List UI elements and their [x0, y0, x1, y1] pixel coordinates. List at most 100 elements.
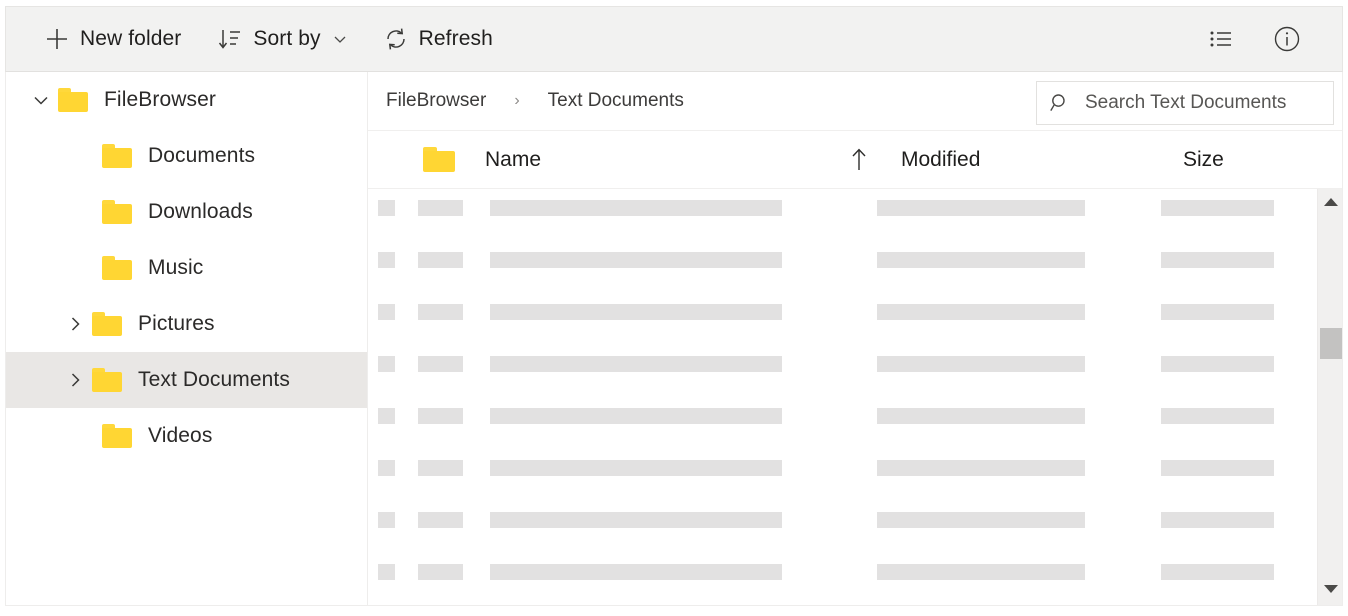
table-row[interactable] — [368, 553, 1342, 604]
folder-icon — [102, 256, 132, 280]
file-rows-loading-skeleton — [368, 189, 1342, 604]
row-modified-placeholder — [877, 252, 1085, 268]
file-browser-window: New folder Sort by Refresh FileBrowser D… — [0, 0, 1348, 616]
row-checkbox-placeholder — [378, 564, 395, 580]
toolbar: New folder Sort by Refresh — [5, 6, 1343, 72]
column-header-modified[interactable]: Modified — [901, 148, 980, 172]
row-size-placeholder — [1161, 564, 1274, 580]
row-icon-placeholder — [418, 200, 463, 216]
row-icon-placeholder — [418, 304, 463, 320]
row-checkbox-placeholder — [378, 408, 395, 424]
row-size-placeholder — [1161, 512, 1274, 528]
row-size-placeholder — [1161, 356, 1274, 372]
row-icon-placeholder — [418, 356, 463, 372]
plus-icon — [44, 26, 70, 52]
folder-icon — [92, 368, 122, 392]
row-icon-placeholder — [418, 564, 463, 580]
table-row[interactable] — [368, 397, 1342, 449]
row-name-placeholder — [490, 564, 782, 580]
sort-by-button[interactable]: Sort by — [207, 19, 356, 59]
row-icon-placeholder — [418, 408, 463, 424]
column-header-size[interactable]: Size — [1183, 148, 1224, 172]
file-list-pane: FileBrowser › Text Documents Name — [368, 72, 1343, 606]
sidebar-item-music[interactable]: Music — [6, 240, 367, 296]
row-name-placeholder — [490, 460, 782, 476]
column-headers: Name Modified Size — [368, 131, 1342, 189]
folder-tree-sidebar: FileBrowser Documents Downloads Music Pi… — [5, 72, 368, 606]
toolbar-right-group — [1206, 24, 1320, 54]
info-icon[interactable] — [1272, 24, 1302, 54]
row-checkbox-placeholder — [378, 460, 395, 476]
scrollbar-thumb[interactable] — [1320, 328, 1342, 359]
row-checkbox-placeholder — [378, 304, 395, 320]
row-name-placeholder — [490, 200, 782, 216]
folder-icon — [423, 147, 455, 172]
sidebar-item-documents[interactable]: Documents — [6, 128, 367, 184]
folder-icon — [92, 312, 122, 336]
sidebar-item-label: Videos — [148, 424, 213, 447]
table-row[interactable] — [368, 449, 1342, 501]
triangle-up-icon[interactable] — [1318, 191, 1342, 213]
folder-icon — [102, 144, 132, 168]
chevron-right-icon[interactable] — [58, 371, 92, 389]
sort-by-label: Sort by — [253, 27, 321, 50]
folder-icon — [102, 424, 132, 448]
sidebar-item-label: Downloads — [148, 200, 253, 223]
arrow-up-icon — [849, 147, 869, 173]
vertical-scrollbar[interactable] — [1317, 189, 1342, 605]
row-modified-placeholder — [877, 408, 1085, 424]
table-row[interactable] — [368, 293, 1342, 345]
new-folder-label: New folder — [80, 27, 182, 50]
row-size-placeholder — [1161, 200, 1274, 216]
sidebar-item-filebrowser[interactable]: FileBrowser — [6, 72, 367, 128]
content-area: FileBrowser Documents Downloads Music Pi… — [5, 72, 1343, 610]
row-name-placeholder — [490, 356, 782, 372]
sidebar-item-videos[interactable]: Videos — [6, 408, 367, 464]
table-row[interactable] — [368, 241, 1342, 293]
folder-icon — [102, 200, 132, 224]
breadcrumb: FileBrowser › Text Documents — [368, 72, 1342, 131]
row-name-placeholder — [490, 408, 782, 424]
row-modified-placeholder — [877, 460, 1085, 476]
list-view-icon[interactable] — [1206, 24, 1236, 54]
row-icon-placeholder — [418, 460, 463, 476]
breadcrumb-item-current[interactable]: Text Documents — [542, 86, 690, 116]
breadcrumb-item-root[interactable]: FileBrowser — [380, 86, 492, 116]
refresh-icon — [383, 26, 409, 52]
sidebar-item-label: Pictures — [138, 312, 215, 335]
row-modified-placeholder — [877, 564, 1085, 580]
chevron-right-icon[interactable] — [58, 315, 92, 333]
toolbar-left-group: New folder Sort by Refresh — [34, 19, 1206, 59]
row-modified-placeholder — [877, 304, 1085, 320]
table-row[interactable] — [368, 345, 1342, 397]
row-name-placeholder — [490, 512, 782, 528]
folder-icon — [58, 88, 88, 112]
refresh-button[interactable]: Refresh — [373, 19, 503, 59]
row-size-placeholder — [1161, 460, 1274, 476]
breadcrumb-separator-icon: › — [514, 92, 520, 109]
sidebar-item-text-documents[interactable]: Text Documents — [6, 352, 367, 408]
sidebar-item-label: FileBrowser — [104, 88, 216, 111]
sidebar-item-pictures[interactable]: Pictures — [6, 296, 367, 352]
column-header-name[interactable]: Name — [485, 148, 541, 172]
row-size-placeholder — [1161, 304, 1274, 320]
new-folder-button[interactable]: New folder — [34, 19, 191, 59]
chevron-down-icon — [333, 32, 347, 46]
triangle-down-icon[interactable] — [1318, 578, 1342, 600]
row-icon-placeholder — [418, 252, 463, 268]
search-box[interactable] — [1036, 81, 1334, 125]
row-size-placeholder — [1161, 408, 1274, 424]
row-checkbox-placeholder — [378, 252, 395, 268]
table-row[interactable] — [368, 189, 1342, 241]
search-icon — [1049, 92, 1071, 114]
sidebar-item-label: Documents — [148, 144, 256, 167]
sidebar-item-downloads[interactable]: Downloads — [6, 184, 367, 240]
row-modified-placeholder — [877, 200, 1085, 216]
search-input[interactable] — [1085, 92, 1321, 114]
chevron-down-icon[interactable] — [24, 91, 58, 109]
row-name-placeholder — [490, 252, 782, 268]
sidebar-item-label: Text Documents — [138, 368, 290, 391]
row-checkbox-placeholder — [378, 512, 395, 528]
row-checkbox-placeholder — [378, 200, 395, 216]
table-row[interactable] — [368, 501, 1342, 553]
